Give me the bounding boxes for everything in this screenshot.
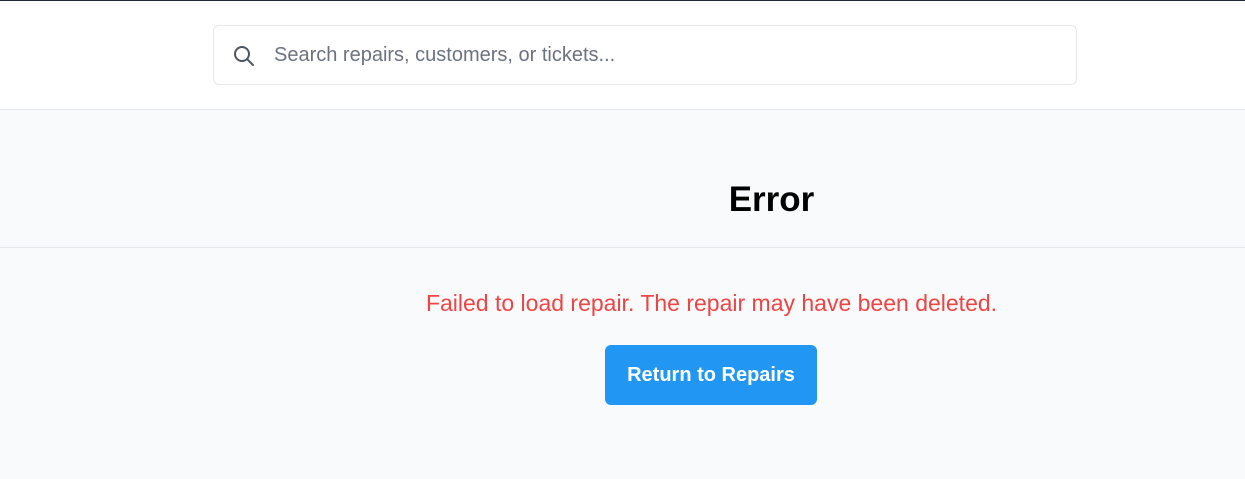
- search-box[interactable]: [213, 25, 1077, 85]
- return-to-repairs-button[interactable]: Return to Repairs: [605, 345, 817, 405]
- error-message: Failed to load repair. The repair may ha…: [425, 290, 998, 316]
- page-header: Error: [0, 110, 1245, 248]
- search-icon: [233, 45, 255, 67]
- top-header: [0, 1, 1245, 110]
- page-title: Error: [728, 180, 815, 219]
- search-input[interactable]: [274, 26, 1064, 84]
